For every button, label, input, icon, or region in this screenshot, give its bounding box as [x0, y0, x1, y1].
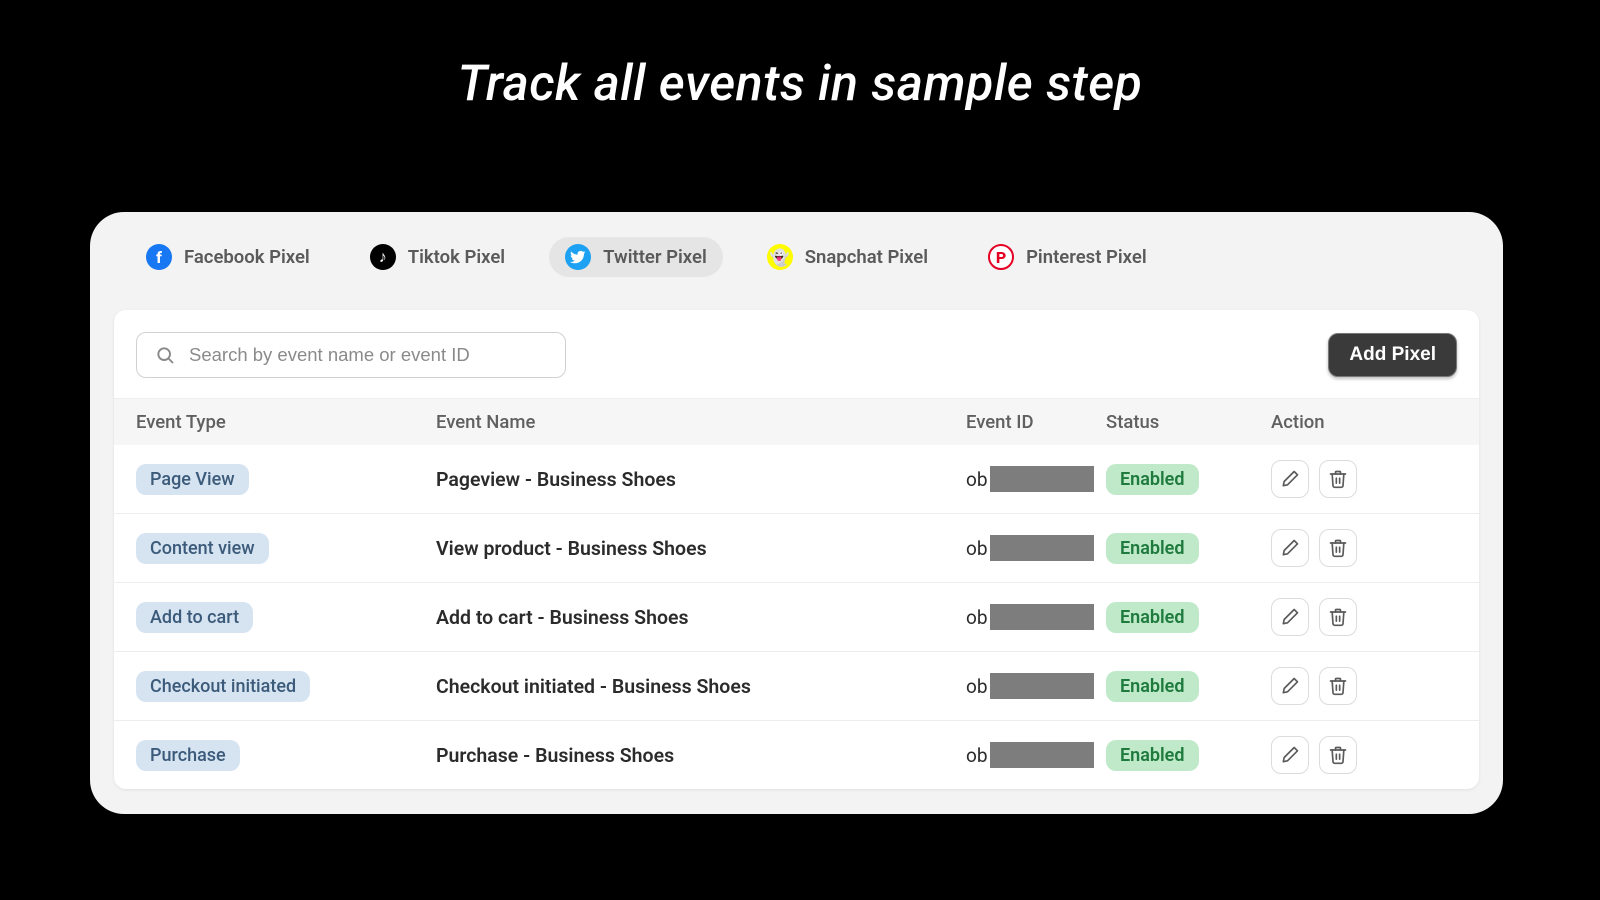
delete-button[interactable] — [1319, 736, 1357, 774]
delete-button[interactable] — [1319, 529, 1357, 567]
status-badge: Enabled — [1106, 740, 1199, 771]
status-badge: Enabled — [1106, 671, 1199, 702]
tab-snapchat-pixel[interactable]: 👻 Snapchat Pixel — [751, 237, 944, 277]
event-id-redacted — [990, 742, 1094, 768]
event-type-tag: Page View — [136, 464, 249, 495]
event-id: ob — [966, 742, 1106, 768]
col-status: Status — [1106, 411, 1271, 433]
status-badge: Enabled — [1106, 533, 1199, 564]
event-type-tag: Content view — [136, 533, 269, 564]
tab-label: Snapchat Pixel — [805, 246, 928, 268]
pixel-manager-card: f Facebook Pixel ♪ Tiktok Pixel Twitter Pixe… — [90, 212, 1503, 814]
tab-pinterest-pixel[interactable]: P Pinterest Pixel — [972, 237, 1163, 277]
pixel-tabs: f Facebook Pixel ♪ Tiktok Pixel Twitter Pixe… — [90, 232, 1503, 282]
event-name: Purchase - Business Shoes — [436, 744, 966, 767]
event-id-redacted — [990, 535, 1094, 561]
trash-icon — [1328, 469, 1348, 489]
tab-label: Tiktok Pixel — [408, 246, 505, 268]
pencil-icon — [1280, 538, 1300, 558]
tab-facebook-pixel[interactable]: f Facebook Pixel — [130, 237, 326, 277]
edit-button[interactable] — [1271, 736, 1309, 774]
search-icon — [155, 345, 175, 365]
edit-button[interactable] — [1271, 667, 1309, 705]
table-header: Event Type Event Name Event ID Status Ac… — [114, 398, 1479, 445]
search-box[interactable] — [136, 332, 566, 378]
event-name: Pageview - Business Shoes — [436, 468, 966, 491]
delete-button[interactable] — [1319, 598, 1357, 636]
pencil-icon — [1280, 676, 1300, 696]
event-type-tag: Checkout initiated — [136, 671, 310, 702]
table-row: Add to cart Add to cart - Business Shoeso… — [114, 583, 1479, 652]
event-id: ob — [966, 466, 1106, 492]
tiktok-icon: ♪ — [370, 244, 396, 270]
table-row: Page View Pageview - Business Shoesob Enab… — [114, 445, 1479, 514]
event-id-redacted — [990, 604, 1094, 630]
search-input[interactable] — [189, 344, 547, 366]
events-panel: Add Pixel Event Type Event Name Event ID… — [114, 310, 1479, 789]
add-pixel-button[interactable]: Add Pixel — [1328, 333, 1457, 377]
tab-twitter-pixel[interactable]: Twitter Pixel — [549, 237, 723, 277]
tab-label: Facebook Pixel — [184, 246, 310, 268]
edit-button[interactable] — [1271, 460, 1309, 498]
table-body: Page ViewPageview - Business ShoesobEnab… — [114, 445, 1479, 789]
pinterest-icon: P — [988, 244, 1014, 270]
event-id-redacted — [990, 466, 1094, 492]
pencil-icon — [1280, 745, 1300, 765]
event-id: ob — [966, 604, 1106, 630]
pencil-icon — [1280, 469, 1300, 489]
col-event-name: Event Name — [436, 411, 966, 433]
event-id-prefix: ob — [966, 675, 988, 698]
edit-button[interactable] — [1271, 598, 1309, 636]
trash-icon — [1328, 676, 1348, 696]
col-action: Action — [1271, 411, 1457, 433]
event-name: Add to cart - Business Shoes — [436, 606, 966, 629]
event-id: ob — [966, 535, 1106, 561]
event-name: Checkout initiated - Business Shoes — [436, 675, 966, 698]
table-row: Purchase Purchase - Business Shoesob Enabl… — [114, 721, 1479, 789]
event-id-prefix: ob — [966, 744, 988, 767]
event-id: ob — [966, 673, 1106, 699]
event-name: View product - Business Shoes — [436, 537, 966, 560]
event-type-tag: Add to cart — [136, 602, 253, 633]
event-id-redacted — [990, 673, 1094, 699]
event-id-prefix: ob — [966, 606, 988, 629]
twitter-icon — [565, 244, 591, 270]
snapchat-icon: 👻 — [767, 244, 793, 270]
page-title: Track all events in sample step — [0, 0, 1600, 113]
event-id-prefix: ob — [966, 468, 988, 491]
edit-button[interactable] — [1271, 529, 1309, 567]
event-id-prefix: ob — [966, 537, 988, 560]
status-badge: Enabled — [1106, 602, 1199, 633]
table-row: Checkout initiated Checkout initiated - B… — [114, 652, 1479, 721]
tab-label: Pinterest Pixel — [1026, 246, 1147, 268]
pencil-icon — [1280, 607, 1300, 627]
table-row: Content view View product - Business Shoe… — [114, 514, 1479, 583]
trash-icon — [1328, 745, 1348, 765]
trash-icon — [1328, 607, 1348, 627]
trash-icon — [1328, 538, 1348, 558]
event-type-tag: Purchase — [136, 740, 240, 771]
delete-button[interactable] — [1319, 667, 1357, 705]
delete-button[interactable] — [1319, 460, 1357, 498]
col-event-id: Event ID — [966, 411, 1106, 433]
tab-tiktok-pixel[interactable]: ♪ Tiktok Pixel — [354, 237, 521, 277]
col-event-type: Event Type — [136, 411, 436, 433]
panel-toolbar: Add Pixel — [114, 310, 1479, 398]
status-badge: Enabled — [1106, 464, 1199, 495]
tab-label: Twitter Pixel — [603, 246, 707, 268]
facebook-icon: f — [146, 244, 172, 270]
